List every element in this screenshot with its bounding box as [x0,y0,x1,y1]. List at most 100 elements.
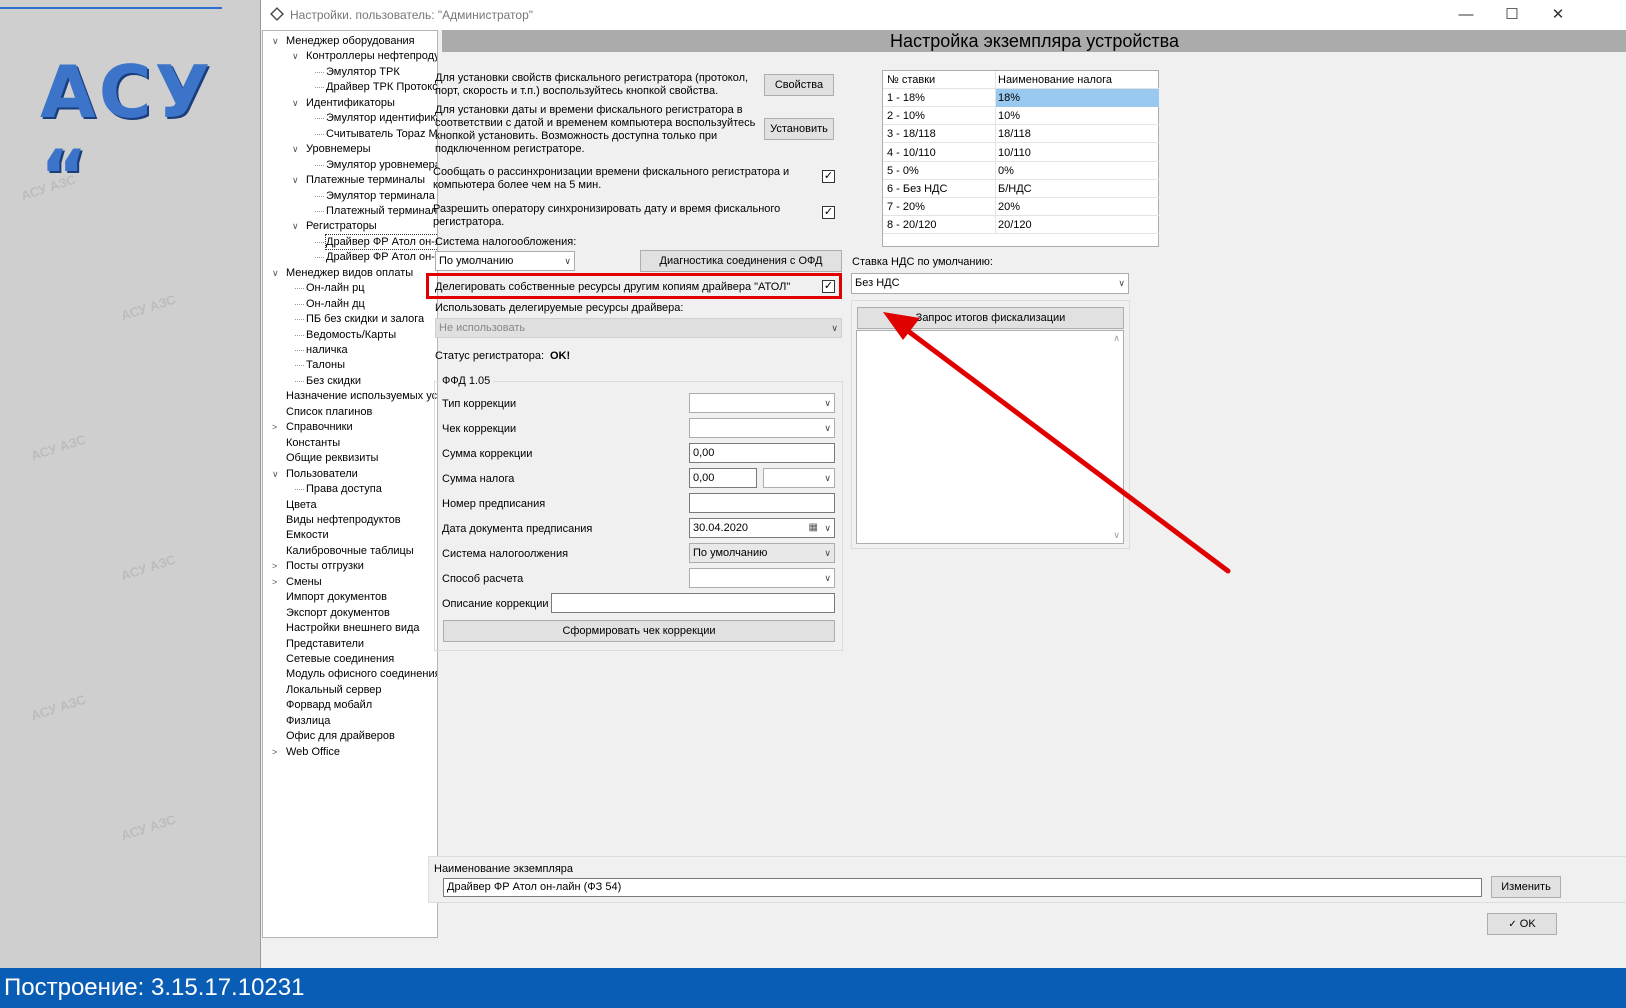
prescription-number-input[interactable] [689,493,835,513]
expand-down-icon[interactable]: ∨ [272,266,279,280]
tree-item[interactable]: Драйвер ТРК Протокол [326,80,437,94]
table-row[interactable]: 6 - Без НДС Б/НДС [883,180,1159,198]
tree-item[interactable]: Сетевые соединения [286,652,394,666]
table-row[interactable]: 5 - 0% 0% [883,162,1159,180]
tree-item[interactable]: Идентификаторы [306,96,395,110]
tree-item[interactable]: Физлица [286,714,330,728]
tree-item[interactable]: Менеджер оборудования [286,34,415,48]
tree-item[interactable]: Эмулятор уровнемера [326,158,437,172]
expand-down-icon[interactable]: ∨ [292,49,299,63]
table-row[interactable]: 3 - 18/118 18/118 [883,125,1159,144]
tree-item[interactable]: Контроллеры нефтепродуктов [306,49,437,63]
table-row[interactable]: 7 - 20% 20% [883,198,1159,217]
tree-item[interactable]: ПБ без скидки и залога [306,312,424,326]
expand-down-icon[interactable]: ∨ [292,142,299,156]
tree-item[interactable]: Талоны [306,358,345,372]
delegate-checkbox[interactable]: ✓ [822,280,835,293]
tree-item[interactable]: Калибровочные таблицы [286,544,414,558]
tree-item[interactable]: Эмулятор идентификатора [326,111,437,125]
chevron-down-icon[interactable]: ∨ [824,519,831,537]
tree-item[interactable]: Константы [286,436,340,450]
expand-down-icon[interactable]: ∨ [292,96,299,110]
correction-check-select[interactable]: ∨ [689,418,835,438]
tree-item[interactable]: Драйвер ФР Атол он-лайн [325,233,437,250]
expand-right-icon[interactable]: > [272,745,277,759]
payment-method-select[interactable]: ∨ [689,568,835,588]
tree-item[interactable]: Web Office [286,745,340,759]
calendar-icon[interactable]: ▦ [809,519,818,537]
tree-item[interactable]: Экспорт документов [286,606,390,620]
tree-item[interactable]: наличка [306,343,348,357]
tree-item[interactable]: Офис для драйверов [286,729,395,743]
tree-item[interactable]: Он-лайн рц [306,281,365,295]
tree-item[interactable]: Ведомость/Карты [306,328,396,342]
use-delegated-select[interactable]: Не использовать ∨ [435,318,842,338]
scroll-down-icon[interactable]: ∨ [1113,530,1120,541]
maximize-button[interactable]: ☐ [1489,0,1535,30]
expand-down-icon[interactable]: ∨ [292,173,299,187]
tree-item[interactable]: Виды нефтепродуктов [286,513,401,527]
ok-button[interactable]: ✓ OK [1487,913,1557,935]
table-row[interactable]: 8 - 20/120 20/120 [883,216,1159,235]
tree-item[interactable]: Емкости [286,528,329,542]
correction-description-input[interactable] [551,593,835,613]
tree-item[interactable]: Эмулятор терминала [326,189,435,203]
table-row[interactable]: 4 - 10/110 10/110 [883,144,1159,162]
tree-item[interactable]: Общие реквизиты [286,451,378,465]
tree-item[interactable]: Модуль офисного соединения [286,667,437,681]
desync-checkbox[interactable]: ✓ [822,170,835,183]
tree-item[interactable]: Платежные терминалы [306,173,425,187]
instance-name-input[interactable]: Драйвер ФР Атол он-лайн (ФЗ 54) [443,878,1482,897]
fiscal-totals-query-button[interactable]: Запрос итогов фискализации [857,307,1124,329]
tree-item[interactable]: Менеджер видов оплаты [286,266,413,280]
tree-item[interactable]: Список плагинов [286,405,372,419]
table-row[interactable]: 1 - 18% 18% [883,89,1159,107]
tree-item[interactable]: Представители [286,637,364,651]
tree-item[interactable]: Назначение используемых устройств [286,389,437,403]
expand-right-icon[interactable]: > [272,559,277,573]
fiscal-result-memo[interactable]: ∧ ∨ [856,330,1124,544]
vat-rates-table[interactable]: № ставки Наименование налога 1 - 18% 18% 2 -… [882,70,1159,247]
tree-item[interactable]: Считыватель Topaz M [326,127,437,141]
close-button[interactable]: ✕ [1535,0,1581,30]
correction-sum-input[interactable]: 0,00 [689,443,835,463]
tree-item[interactable]: Драйвер ФР Атол он-лайн [326,250,437,264]
expand-right-icon[interactable]: > [272,420,277,434]
scroll-up-icon[interactable]: ∧ [1113,333,1120,344]
tree-item[interactable]: Регистраторы [306,219,377,233]
minimize-button[interactable]: — [1443,0,1489,30]
expand-down-icon[interactable]: ∨ [272,467,279,481]
tree-item[interactable]: Он-лайн дц [306,297,365,311]
expand-down-icon[interactable]: ∨ [272,34,279,48]
tax-system-select[interactable]: По умолчанию ∨ [435,251,575,271]
ofd-diagnostics-button[interactable]: Диагностика соединения с ОФД [640,250,842,272]
tax-sum-input[interactable]: 0,00 [689,468,757,488]
settings-tree[interactable]: < > ∨Менеджер оборудования∨Контроллеры н… [262,30,438,938]
properties-button[interactable]: Свойства [764,74,834,96]
tree-item[interactable]: Справочники [286,420,353,434]
tree-item[interactable]: Локальный сервер [286,683,382,697]
tree-item[interactable]: Без скидки [306,374,361,388]
allow-sync-checkbox[interactable]: ✓ [822,206,835,219]
tree-item[interactable]: Уровнемеры [306,142,370,156]
table-row[interactable]: 2 - 10% 10% [883,107,1159,126]
set-time-button[interactable]: Установить [764,118,834,140]
tax-rate-select[interactable]: ∨ [763,468,835,488]
ffd-tax-system-select[interactable]: По умолчанию ∨ [689,543,835,563]
correction-type-select[interactable]: ∨ [689,393,835,413]
tree-item[interactable]: Права доступа [306,482,382,496]
tree-item[interactable]: Цвета [286,498,317,512]
tree-item[interactable]: Эмулятор ТРК [326,65,400,79]
tree-item[interactable]: Импорт документов [286,590,387,604]
tree-item[interactable]: Смены [286,575,322,589]
change-button[interactable]: Изменить [1491,876,1561,898]
prescription-date-input[interactable]: 30.04.2020 ▦ ∨ [689,518,835,538]
expand-down-icon[interactable]: ∨ [292,219,299,233]
tree-item[interactable]: Пользователи [286,467,358,481]
tree-item[interactable]: Настройки внешнего вида [286,621,420,635]
tree-item[interactable]: Форвард мобайл [286,698,372,712]
expand-right-icon[interactable]: > [272,575,277,589]
vat-default-select[interactable]: Без НДС ∨ [851,273,1129,294]
tree-item[interactable]: Платежный терминал [326,204,437,218]
make-correction-check-button[interactable]: Сформировать чек коррекции [443,620,835,642]
